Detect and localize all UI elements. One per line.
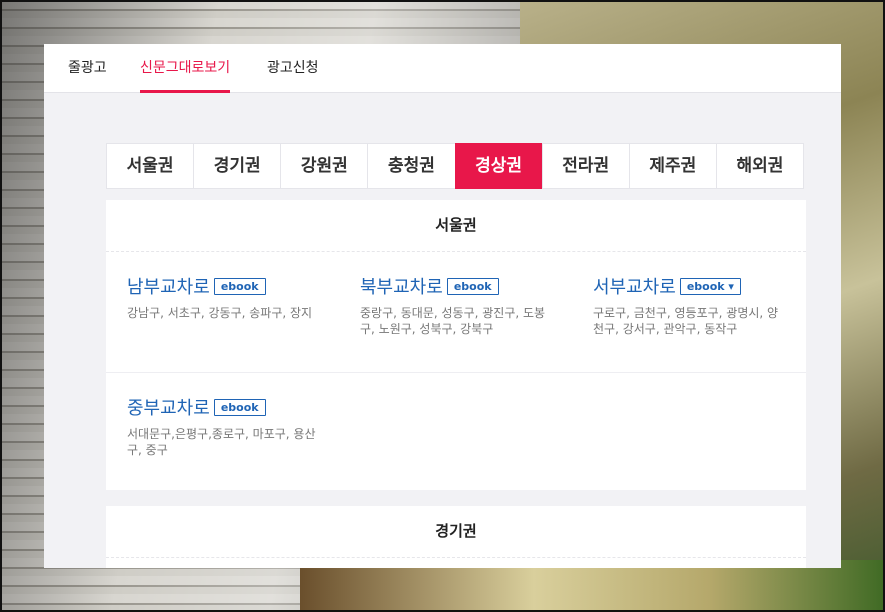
area-list: 구로구, 금천구, 영등포구, 광명시, 양천구, 강서구, 관악구, 동작구 bbox=[593, 306, 779, 336]
paper-link-central[interactable]: 중부교차로 bbox=[127, 394, 210, 420]
section-gyeonggi: 경기권 bbox=[106, 506, 806, 568]
tab-newspaper-view[interactable]: 신문그대로보기 bbox=[140, 44, 231, 93]
region-tab-jeolla[interactable]: 전라권 bbox=[541, 143, 629, 189]
region-tab-seoul[interactable]: 서울권 bbox=[106, 143, 194, 189]
tab-classified-ads[interactable]: 줄광고 bbox=[68, 44, 107, 92]
region-tab-bar: 서울권 경기권 강원권 충청권 경상권 전라권 제주권 해외권 bbox=[106, 143, 804, 189]
region-tab-chungcheong[interactable]: 충청권 bbox=[367, 143, 455, 189]
ebook-dropdown-button[interactable]: ebook ▾ bbox=[679, 277, 741, 295]
paper-link-north[interactable]: 북부교차로 bbox=[360, 273, 443, 299]
list-item: 남부교차로 ebook 강남구, 서초구, 강동구, 송파구, 장지 bbox=[127, 273, 319, 321]
top-tab-bar: 줄광고 신문그대로보기 광고신청 bbox=[44, 44, 841, 93]
region-tab-gyeonggi[interactable]: 경기권 bbox=[193, 143, 281, 189]
region-tab-jeju[interactable]: 제주권 bbox=[628, 143, 716, 189]
section-title: 경기권 bbox=[106, 506, 806, 558]
region-tab-gyeongsang[interactable]: 경상권 bbox=[454, 143, 542, 189]
section-row: 남부교차로 ebook 강남구, 서초구, 강동구, 송파구, 장지 북부교차로 e… bbox=[106, 252, 806, 373]
region-tab-overseas[interactable]: 해외권 bbox=[715, 143, 804, 189]
list-item: 북부교차로 ebook 중랑구, 동대문, 성동구, 광진구, 도봉구, 노원구,… bbox=[360, 273, 552, 337]
area-list: 강남구, 서초구, 강동구, 송파구, 장지 bbox=[127, 306, 313, 320]
paper-link-west[interactable]: 서부교차로 bbox=[593, 273, 676, 299]
region-tab-gangwon[interactable]: 강원권 bbox=[280, 143, 368, 189]
ebook-button[interactable]: ebook bbox=[213, 398, 266, 416]
tab-ad-request[interactable]: 광고신청 bbox=[267, 44, 319, 92]
area-list: 서대문구,은평구,종로구, 마포구, 용산구, 중구 bbox=[127, 427, 316, 457]
section-seoul: 서울권 남부교차로 ebook 강남구, 서초구, 강동구, 송파구, 장지 북부… bbox=[106, 200, 806, 490]
section-row: 중부교차로 ebook 서대문구,은평구,종로구, 마포구, 용산구, 중구 bbox=[106, 373, 806, 493]
area-list: 중랑구, 동대문, 성동구, 광진구, 도봉구, 노원구, 성북구, 강북구 bbox=[360, 306, 546, 336]
ebook-button[interactable]: ebook bbox=[213, 277, 266, 295]
ebook-button[interactable]: ebook bbox=[446, 277, 499, 295]
list-item: 서부교차로 ebook ▾ 구로구, 금천구, 영등포구, 광명시, 양천구, 강… bbox=[593, 273, 785, 337]
paper-link-south[interactable]: 남부교차로 bbox=[127, 273, 210, 299]
main-panel: 줄광고 신문그대로보기 광고신청 서울권 경기권 강원권 충청권 경상권 전라권… bbox=[44, 44, 841, 568]
list-item: 중부교차로 ebook 서대문구,은평구,종로구, 마포구, 용산구, 중구 bbox=[127, 394, 319, 458]
section-title: 서울권 bbox=[106, 200, 806, 252]
